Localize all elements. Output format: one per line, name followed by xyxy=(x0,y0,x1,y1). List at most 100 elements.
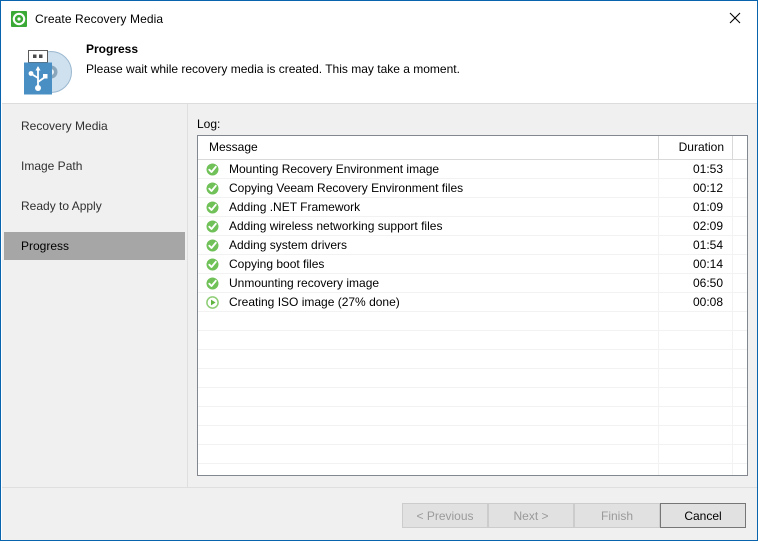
log-row-empty[interactable] xyxy=(198,388,747,407)
log-extra-cell xyxy=(733,445,747,463)
log-row[interactable]: Unmounting recovery image 06:50 xyxy=(198,274,747,293)
close-button[interactable] xyxy=(712,2,757,33)
create-recovery-media-window: Create Recovery Media Progress Please wa… xyxy=(0,0,758,541)
log-extra-cell xyxy=(733,160,747,178)
column-header-extra[interactable] xyxy=(733,136,747,159)
log-duration-cell xyxy=(659,407,733,425)
sidebar-item-label: Ready to Apply xyxy=(21,199,102,213)
log-row[interactable]: Mounting Recovery Environment image 01:53 xyxy=(198,160,747,179)
finish-button[interactable]: Finish xyxy=(574,503,660,528)
log-row-empty[interactable] xyxy=(198,350,747,369)
log-message-cell: Unmounting recovery image xyxy=(198,274,659,292)
header-subtitle: Please wait while recovery media is crea… xyxy=(86,62,460,76)
log-duration-cell xyxy=(659,369,733,387)
log-extra-cell xyxy=(733,350,747,368)
log-duration-cell: 01:53 xyxy=(659,160,733,178)
log-row-empty[interactable] xyxy=(198,407,747,426)
log-message-text: Adding system drivers xyxy=(229,238,348,252)
log-extra-cell xyxy=(733,369,747,387)
log-extra-cell xyxy=(733,236,747,254)
log-message-text: Mounting Recovery Environment image xyxy=(229,162,440,176)
log-extra-cell xyxy=(733,179,747,197)
log-message-text: Adding .NET Framework xyxy=(229,200,361,214)
success-check-icon xyxy=(206,220,224,233)
log-table-header: Message Duration xyxy=(198,136,747,160)
log-row[interactable]: Adding .NET Framework 01:09 xyxy=(198,198,747,217)
log-duration-cell xyxy=(659,350,733,368)
log-extra-cell xyxy=(733,198,747,216)
log-extra-cell xyxy=(733,331,747,349)
log-row[interactable]: Adding system drivers 01:54 xyxy=(198,236,747,255)
sidebar-item-label: Image Path xyxy=(21,159,83,173)
usb-disc-media-icon xyxy=(16,40,76,98)
log-message-cell xyxy=(198,369,659,387)
success-check-icon xyxy=(206,182,224,195)
success-check-icon xyxy=(206,258,224,271)
next-button[interactable]: Next > xyxy=(488,503,574,528)
log-duration-cell: 00:14 xyxy=(659,255,733,273)
log-extra-cell xyxy=(733,464,747,475)
log-extra-cell xyxy=(733,426,747,444)
column-header-duration[interactable]: Duration xyxy=(659,136,733,159)
success-check-icon xyxy=(206,163,224,176)
log-extra-cell xyxy=(733,255,747,273)
log-duration-cell: 01:09 xyxy=(659,198,733,216)
log-row-empty[interactable] xyxy=(198,369,747,388)
log-extra-cell xyxy=(733,293,747,311)
log-row[interactable]: Copying Veeam Recovery Environment files… xyxy=(198,179,747,198)
sidebar-item-ready-to-apply[interactable]: Ready to Apply xyxy=(4,192,185,220)
log-message-text: Creating ISO image (27% done) xyxy=(229,295,400,309)
log-row-empty[interactable] xyxy=(198,445,747,464)
log-message-cell: Adding system drivers xyxy=(198,236,659,254)
log-duration-cell: 02:09 xyxy=(659,217,733,235)
log-row-empty[interactable] xyxy=(198,464,747,475)
log-table[interactable]: Message Duration Mounting Recovery Envir… xyxy=(197,135,748,476)
log-extra-cell xyxy=(733,388,747,406)
log-message-cell: Copying boot files xyxy=(198,255,659,273)
wizard-step-sidebar: Recovery Media Image Path Ready to Apply Pr… xyxy=(2,104,188,487)
log-extra-cell xyxy=(733,217,747,235)
log-message-cell xyxy=(198,331,659,349)
wizard-footer: < Previous Next > Finish Cancel xyxy=(2,487,757,540)
log-duration-cell xyxy=(659,445,733,463)
log-message-cell xyxy=(198,388,659,406)
log-message-cell xyxy=(198,350,659,368)
progress-main-panel: Log: Message Duration Mounting Recovery … xyxy=(188,104,757,487)
log-duration-cell: 01:54 xyxy=(659,236,733,254)
column-header-message[interactable]: Message xyxy=(198,136,659,159)
log-row[interactable]: Creating ISO image (27% done) 00:08 xyxy=(198,293,747,312)
log-duration-cell xyxy=(659,312,733,330)
log-message-cell: Mounting Recovery Environment image xyxy=(198,160,659,178)
log-extra-cell xyxy=(733,312,747,330)
log-message-cell xyxy=(198,426,659,444)
sidebar-item-recovery-media[interactable]: Recovery Media xyxy=(4,112,185,140)
log-extra-cell xyxy=(733,274,747,292)
log-message-cell: Creating ISO image (27% done) xyxy=(198,293,659,311)
header-title: Progress xyxy=(86,42,139,56)
log-row[interactable]: Adding wireless networking support files… xyxy=(198,217,747,236)
log-row[interactable]: Copying boot files 00:14 xyxy=(198,255,747,274)
wizard-header: Progress Please wait while recovery medi… xyxy=(2,35,757,104)
wizard-body: Recovery Media Image Path Ready to Apply Pr… xyxy=(2,104,757,487)
sidebar-item-progress[interactable]: Progress xyxy=(4,232,185,260)
log-row-empty[interactable] xyxy=(198,312,747,331)
log-message-text: Copying Veeam Recovery Environment files xyxy=(229,181,464,195)
log-message-cell xyxy=(198,445,659,463)
log-row-empty[interactable] xyxy=(198,331,747,350)
log-duration-cell xyxy=(659,331,733,349)
log-message-cell: Copying Veeam Recovery Environment files xyxy=(198,179,659,197)
cancel-button[interactable]: Cancel xyxy=(660,503,746,528)
close-icon xyxy=(729,12,741,24)
sidebar-item-label: Progress xyxy=(21,239,70,253)
log-duration-cell: 00:08 xyxy=(659,293,733,311)
sidebar-item-image-path[interactable]: Image Path xyxy=(4,152,185,180)
log-message-cell xyxy=(198,312,659,330)
log-row-empty[interactable] xyxy=(198,426,747,445)
veeam-ring-icon xyxy=(11,10,27,27)
previous-button[interactable]: < Previous xyxy=(402,503,488,528)
success-check-icon xyxy=(206,201,224,214)
title-bar: Create Recovery Media xyxy=(2,2,757,35)
log-label: Log: xyxy=(197,117,221,131)
log-duration-cell xyxy=(659,388,733,406)
sidebar-item-label: Recovery Media xyxy=(21,119,108,133)
